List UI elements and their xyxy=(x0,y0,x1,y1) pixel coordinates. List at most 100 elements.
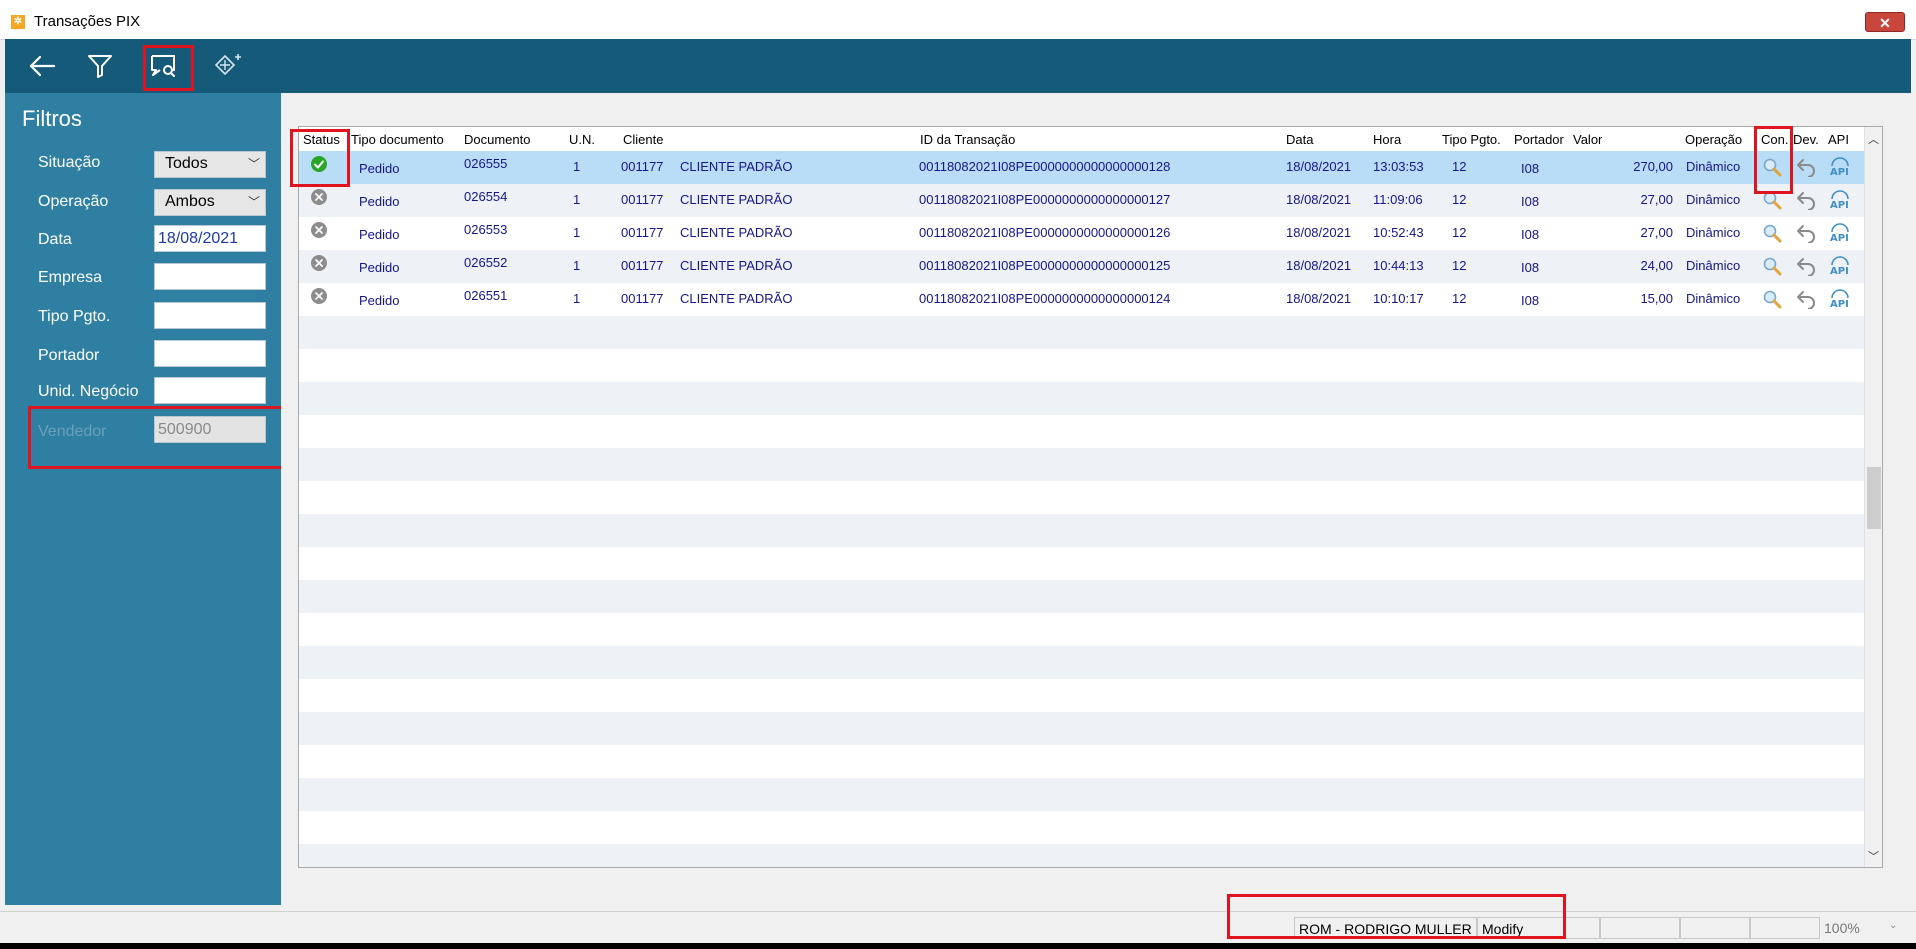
size-grip-icon[interactable]: ⌄ xyxy=(1889,920,1897,931)
close-button[interactable]: ✕ xyxy=(1865,12,1905,32)
cell-operacao: Dinâmico xyxy=(1686,159,1741,174)
api-icon[interactable]: API xyxy=(1828,254,1852,278)
tipo-pgto-field[interactable] xyxy=(154,302,266,329)
table-row[interactable]: Pedido 026551 1 001177 CLIENTE PADRÃO 0011808… xyxy=(299,283,1864,316)
grid-empty-row xyxy=(299,844,1864,867)
situacao-select[interactable]: Todos ﹀ xyxy=(154,151,266,178)
cell-operacao: Dinâmico xyxy=(1686,291,1741,306)
unid-negocio-field[interactable] xyxy=(154,377,266,404)
devolution-undo-icon[interactable] xyxy=(1794,155,1818,179)
table-row[interactable]: Pedido 026553 1 001177 CLIENTE PADRÃO 0011808… xyxy=(299,217,1864,250)
devolution-undo-icon[interactable] xyxy=(1794,188,1818,212)
cell-un: 1 xyxy=(573,258,581,273)
cell-cliente-cod: 001177 xyxy=(621,258,664,273)
status-error-icon xyxy=(307,185,331,209)
data-field[interactable]: 18/08/2021 xyxy=(154,225,266,252)
col-con[interactable]: Con. xyxy=(1761,132,1788,147)
api-icon[interactable]: API xyxy=(1828,221,1852,245)
search-transactions-button[interactable] xyxy=(143,46,183,86)
tipo-pgto-label: Tipo Pgto. xyxy=(38,308,111,325)
cell-operacao: Dinâmico xyxy=(1686,258,1741,273)
col-operacao[interactable]: Operação xyxy=(1685,132,1742,147)
cell-cliente-cod: 001177 xyxy=(621,192,664,207)
chevron-down-icon: ﹀ xyxy=(247,157,260,171)
filter-icon xyxy=(88,55,112,78)
cell-valor: 270,00 xyxy=(1633,159,1673,174)
cell-tipo: Pedido xyxy=(359,260,400,275)
empresa-field[interactable] xyxy=(154,263,266,290)
status-ok-icon xyxy=(307,152,331,176)
col-valor[interactable]: Valor xyxy=(1573,132,1602,147)
cell-tipo-pgto: 12 xyxy=(1452,291,1467,306)
cell-un: 1 xyxy=(573,192,581,207)
scroll-down-icon[interactable]: ﹀ xyxy=(1868,848,1879,864)
table-row[interactable]: Pedido 026552 1 001177 CLIENTE PADRÃO 0011808… xyxy=(299,250,1864,283)
col-dev[interactable]: Dev. xyxy=(1793,132,1819,147)
portador-field[interactable] xyxy=(154,340,266,367)
col-tipo-documento[interactable]: Tipo documento xyxy=(351,132,444,147)
consult-magnifier-icon[interactable] xyxy=(1760,221,1784,245)
col-documento[interactable]: Documento xyxy=(464,132,530,147)
vertical-scrollbar[interactable]: ︿ ﹀ xyxy=(1864,127,1882,867)
filter-button[interactable] xyxy=(80,46,120,86)
portador-label: Portador xyxy=(38,347,100,364)
table-row[interactable]: Pedido 026555 1 001177 CLIENTE PADRÃO 0011808… xyxy=(299,151,1864,184)
cell-cliente-nome: CLIENTE PADRÃO xyxy=(680,192,793,207)
cell-portador: I08 xyxy=(1521,293,1540,308)
cell-hora: 10:52:43 xyxy=(1373,225,1424,240)
col-data[interactable]: Data xyxy=(1286,132,1313,147)
col-id-transacao[interactable]: ID da Transação xyxy=(920,132,1015,147)
cell-valor: 27,00 xyxy=(1640,192,1673,207)
table-row[interactable]: Pedido 026554 1 001177 CLIENTE PADRÃO 0011808… xyxy=(299,184,1864,217)
devolution-undo-icon[interactable] xyxy=(1794,254,1818,278)
col-status[interactable]: Status xyxy=(303,132,340,147)
scrollbar-thumb[interactable] xyxy=(1867,467,1881,529)
cell-un: 1 xyxy=(573,291,581,306)
consult-magnifier-icon[interactable] xyxy=(1760,188,1784,212)
cell-portador: I08 xyxy=(1521,227,1540,242)
api-icon[interactable]: API xyxy=(1828,188,1852,212)
grid-empty-row xyxy=(299,547,1864,580)
svg-text:API: API xyxy=(1830,200,1849,211)
situacao-label: Situação xyxy=(38,154,101,171)
col-api[interactable]: API xyxy=(1828,132,1849,147)
devolution-undo-icon[interactable] xyxy=(1794,287,1818,311)
cell-tipo-pgto: 12 xyxy=(1452,159,1467,174)
pix-add-button[interactable] xyxy=(208,46,248,86)
grid-empty-row xyxy=(299,580,1864,613)
cell-cliente-nome: CLIENTE PADRÃO xyxy=(680,159,793,174)
grid-empty-row xyxy=(299,745,1864,778)
cell-id-transacao: 00118082021I08PE0000000000000000125 xyxy=(919,258,1171,273)
status-panel-3 xyxy=(1750,917,1820,939)
status-zoom: 100% xyxy=(1824,920,1860,936)
grid-empty-row xyxy=(299,481,1864,514)
col-un[interactable]: U.N. xyxy=(569,132,595,147)
back-button[interactable] xyxy=(22,46,62,86)
grid-empty-row xyxy=(299,811,1864,844)
status-error-icon xyxy=(307,284,331,308)
cell-tipo-pgto: 12 xyxy=(1452,192,1467,207)
col-hora[interactable]: Hora xyxy=(1373,132,1401,147)
operacao-select[interactable]: Ambos ﹀ xyxy=(154,189,266,216)
col-tipo-pgto[interactable]: Tipo Pgto. xyxy=(1442,132,1501,147)
api-icon[interactable]: API xyxy=(1828,155,1852,179)
cell-valor: 27,00 xyxy=(1640,225,1673,240)
operacao-label: Operação xyxy=(38,193,109,210)
cell-tipo: Pedido xyxy=(359,293,400,308)
cell-documento: 026551 xyxy=(464,288,508,303)
scroll-up-icon[interactable]: ︿ xyxy=(1868,131,1879,147)
cell-hora: 10:44:13 xyxy=(1373,258,1424,273)
col-portador[interactable]: Portador xyxy=(1514,132,1564,147)
consult-magnifier-icon[interactable] xyxy=(1760,155,1784,179)
devolution-undo-icon[interactable] xyxy=(1794,221,1818,245)
cell-id-transacao: 00118082021I08PE0000000000000000128 xyxy=(919,159,1171,174)
consult-magnifier-icon[interactable] xyxy=(1760,287,1784,311)
cell-cliente-nome: CLIENTE PADRÃO xyxy=(680,258,793,273)
cell-un: 1 xyxy=(573,225,581,240)
consult-magnifier-icon[interactable] xyxy=(1760,254,1784,278)
col-cliente[interactable]: Cliente xyxy=(623,132,663,147)
api-icon[interactable]: API xyxy=(1828,287,1852,311)
operacao-value: Ambos xyxy=(165,193,215,210)
toolbar xyxy=(5,39,1911,93)
grid-empty-row xyxy=(299,415,1864,448)
